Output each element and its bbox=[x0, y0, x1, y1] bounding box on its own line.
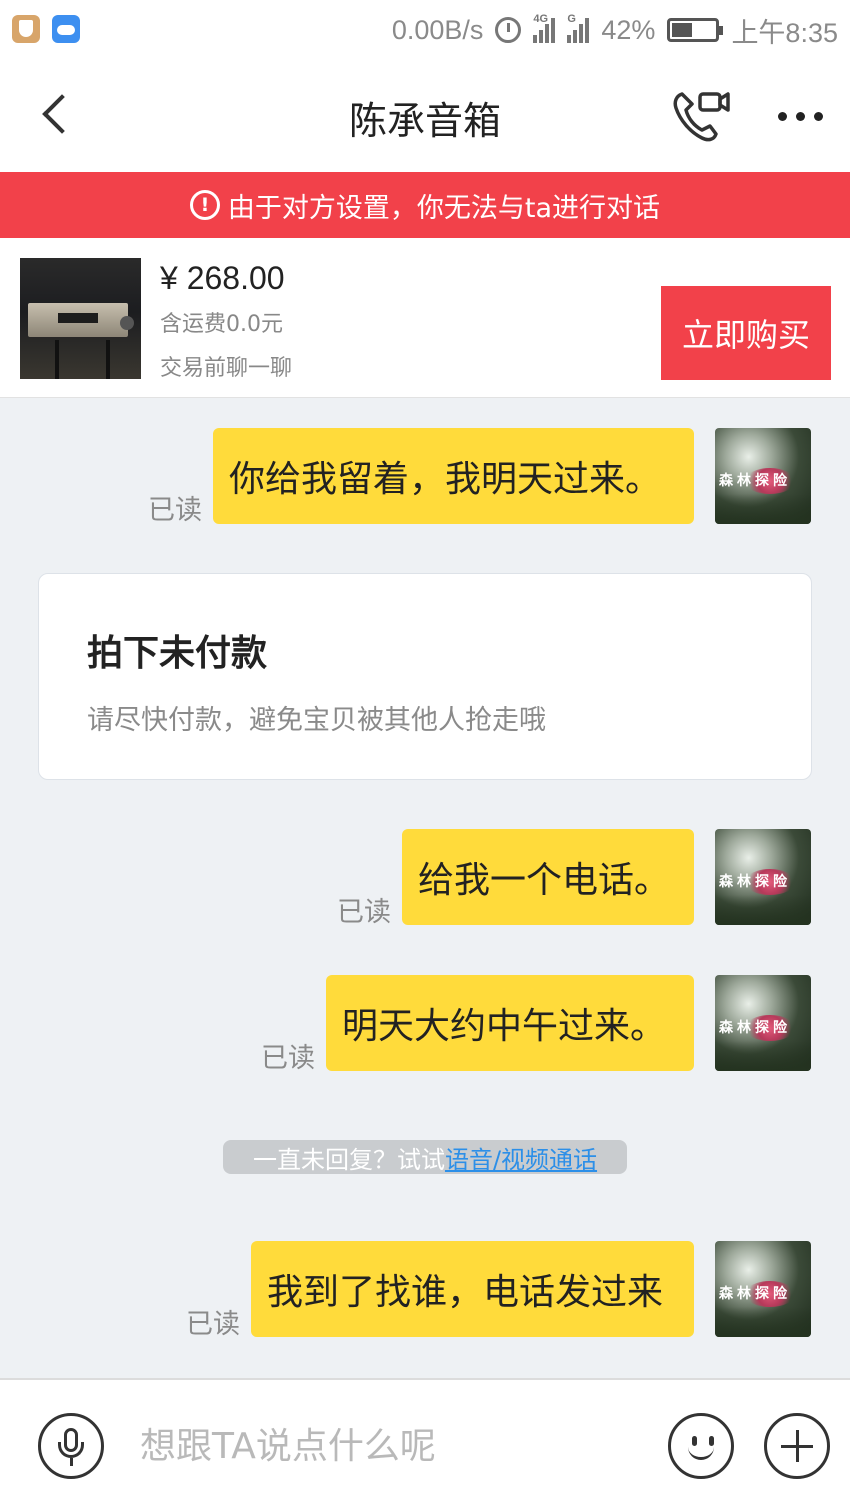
order-status-card[interactable]: 拍下未付款 请尽快付款，避免宝贝被其他人抢走哦 bbox=[38, 573, 812, 780]
avatar[interactable]: 森林探险 bbox=[715, 975, 811, 1071]
signal-icon: 4G bbox=[533, 13, 556, 43]
blocked-notice: ! 由于对方设置，你无法与ta进行对话 bbox=[0, 172, 850, 238]
network-type: 4G bbox=[533, 13, 549, 25]
read-status: 已读 bbox=[261, 1043, 315, 1074]
more-button[interactable] bbox=[770, 96, 830, 136]
message-bubble[interactable]: 我到了找谁，电话发过来 bbox=[251, 1241, 694, 1337]
battery-percent: 42% bbox=[601, 14, 656, 45]
shield-app-icon bbox=[12, 15, 40, 43]
warning-icon: ! bbox=[189, 190, 220, 220]
status-indicators: 0.00B/s 4G G 42% 上午8:35 bbox=[392, 12, 838, 48]
buy-now-button[interactable]: 立即购买 bbox=[661, 286, 831, 380]
product-card[interactable]: ¥ 268.00 含运费0.0元 交易前聊一聊 立即购买 bbox=[0, 238, 850, 398]
more-icon bbox=[777, 111, 787, 121]
clock: 上午8:35 bbox=[731, 17, 838, 48]
call-suggestion-text: 一直未回复？试试 bbox=[252, 1145, 445, 1174]
input-bar bbox=[0, 1378, 850, 1511]
read-status: 已读 bbox=[337, 897, 391, 928]
cloud-app-icon bbox=[52, 15, 80, 43]
video-call-button[interactable] bbox=[670, 86, 734, 146]
chat-header: 陈承音箱 bbox=[0, 60, 850, 172]
message-bubble[interactable]: 明天大约中午过来。 bbox=[326, 975, 694, 1071]
read-status: 已读 bbox=[148, 495, 202, 526]
call-suggestion: 一直未回复？试试 语音/视频通话 bbox=[223, 1140, 627, 1174]
order-description: 请尽快付款，避免宝贝被其他人抢走哦 bbox=[87, 705, 546, 736]
signal-icon: G bbox=[567, 13, 590, 43]
product-price: ¥ 268.00 bbox=[160, 260, 285, 296]
emoji-button[interactable] bbox=[668, 1413, 734, 1479]
chat-tip: 交易前聊一聊 bbox=[160, 356, 293, 381]
message-bubble[interactable]: 给我一个电话。 bbox=[402, 829, 694, 925]
voice-video-call-link[interactable]: 语音/视频通话 bbox=[445, 1140, 597, 1175]
alarm-icon bbox=[495, 17, 522, 43]
battery-icon bbox=[667, 18, 724, 42]
product-thumbnail[interactable] bbox=[20, 258, 141, 379]
sim2-type: G bbox=[567, 13, 576, 25]
more-actions-button[interactable] bbox=[764, 1413, 830, 1479]
message-input[interactable] bbox=[140, 1420, 640, 1472]
avatar[interactable]: 森林探险 bbox=[715, 829, 811, 925]
avatar[interactable]: 森林探险 bbox=[715, 428, 811, 524]
avatar[interactable]: 森林探险 bbox=[715, 1241, 811, 1337]
shipping-fee: 含运费0.0元 bbox=[160, 312, 283, 337]
message-bubble[interactable]: 你给我留着，我明天过来。 bbox=[213, 428, 694, 524]
notice-text: 由于对方设置，你无法与ta进行对话 bbox=[227, 192, 661, 224]
video-call-icon bbox=[673, 92, 730, 142]
status-bar: 0.00B/s 4G G 42% 上午8:35 bbox=[0, 0, 850, 60]
voice-input-button[interactable] bbox=[38, 1413, 104, 1479]
read-status: 已读 bbox=[186, 1309, 240, 1340]
net-speed: 0.00B/s bbox=[391, 14, 484, 45]
order-title: 拍下未付款 bbox=[87, 633, 268, 674]
